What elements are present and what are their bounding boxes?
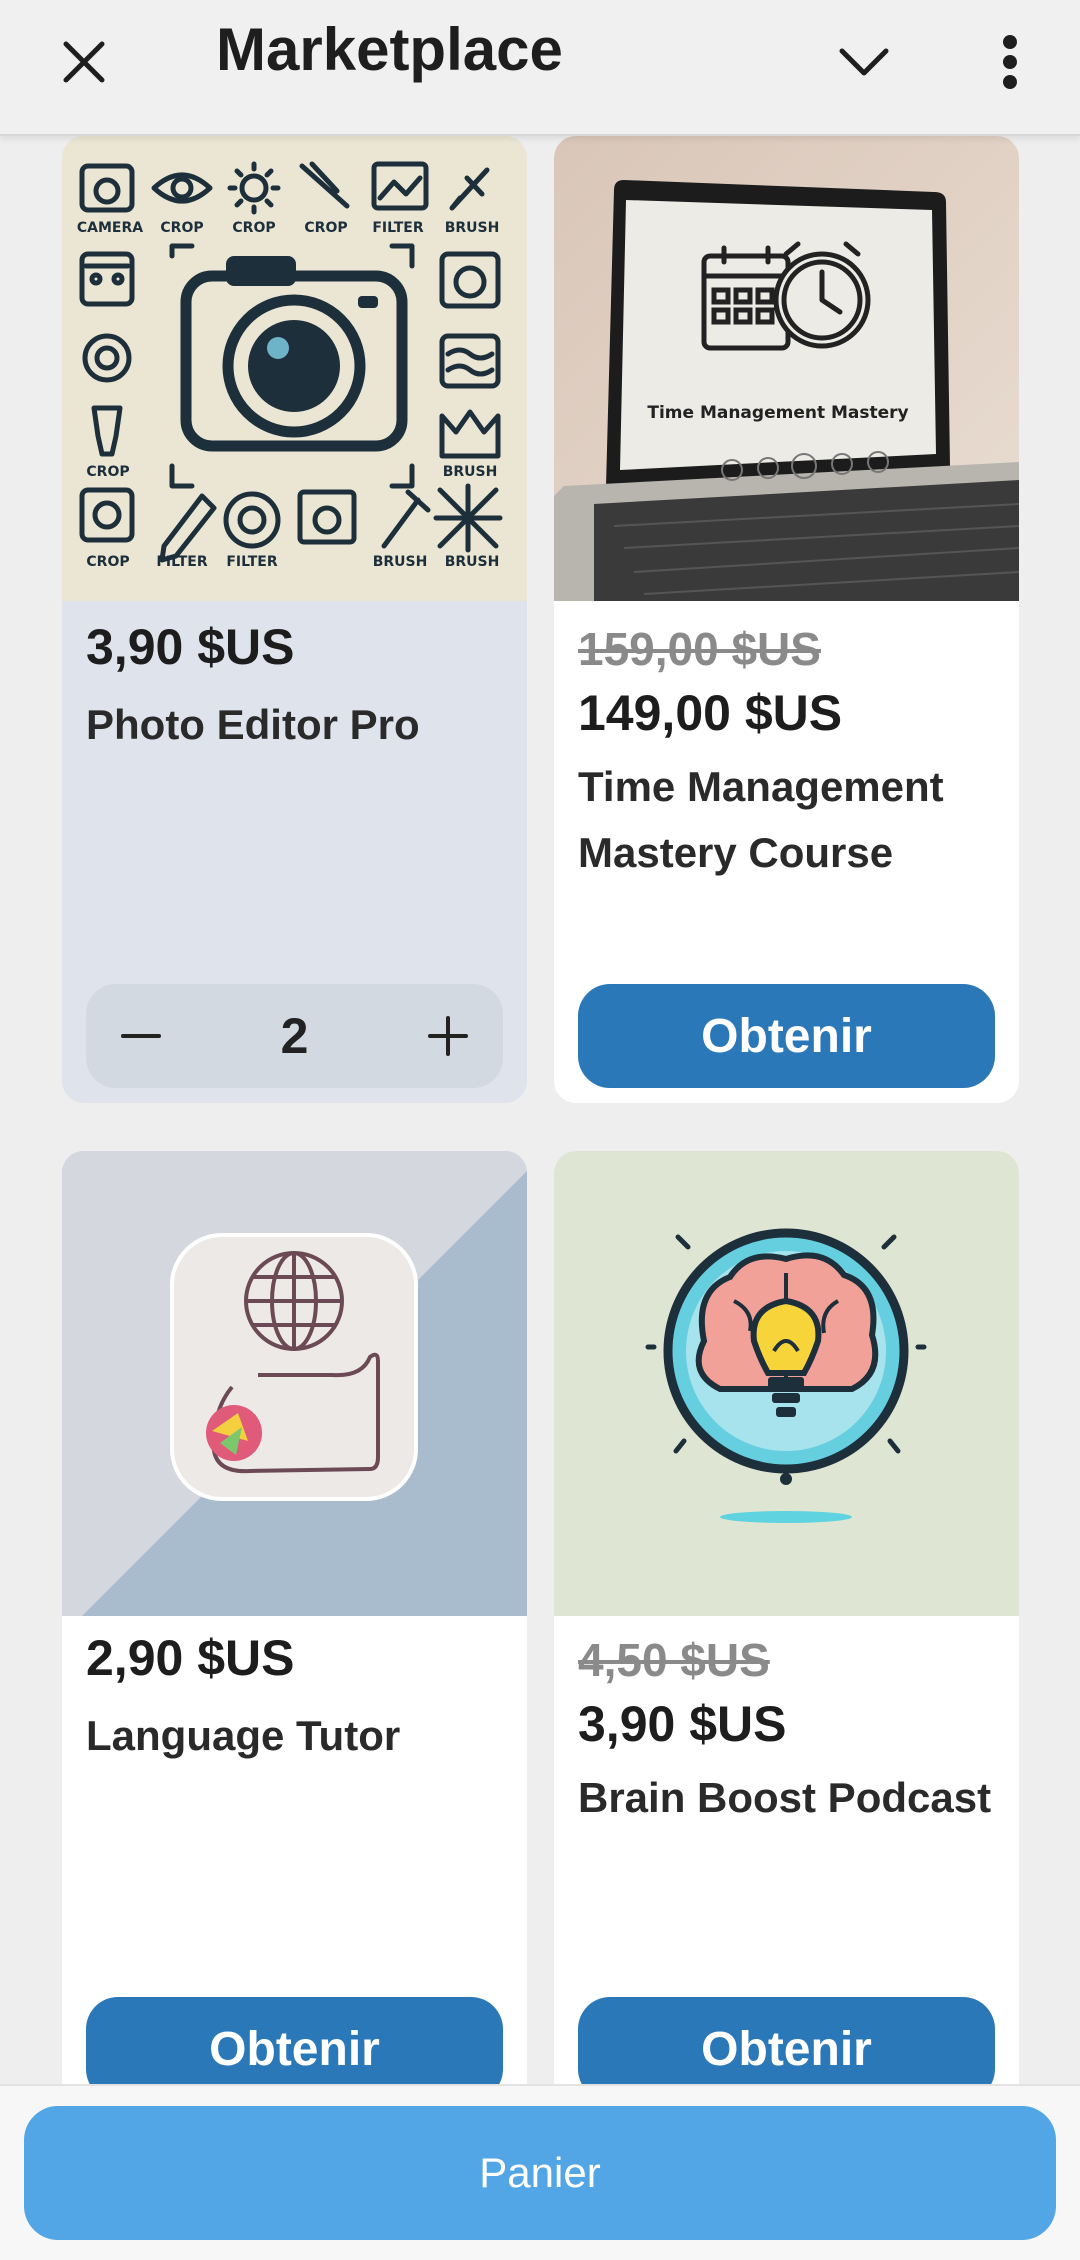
thumb-label: BRUSH (445, 554, 500, 570)
photo-editor-icons-image: CAMERA CROP CROP CROP FILTER BRUSH CROP … (62, 136, 527, 601)
close-icon (63, 41, 105, 83)
more-vert-icon (1003, 35, 1017, 89)
plus-icon (428, 1016, 468, 1056)
decrease-quantity-button[interactable] (86, 984, 196, 1088)
product-price: 3,90 $US (578, 1696, 787, 1752)
thumb-label: FILTER (372, 220, 423, 236)
original-price: 159,00 $US (578, 623, 821, 675)
close-button[interactable] (40, 18, 128, 106)
quantity-stepper: 2 (86, 984, 503, 1088)
increase-quantity-button[interactable] (393, 984, 503, 1088)
quantity-value: 2 (280, 1008, 309, 1064)
original-price: 4,50 $US (578, 1634, 770, 1686)
product-price: 149,00 $US (578, 685, 843, 741)
thumb-label: BRUSH (443, 464, 498, 480)
collapse-button[interactable] (820, 18, 908, 106)
product-card-language-tutor[interactable]: 2,90 $US Language Tutor Obtenir (62, 1151, 527, 2111)
thumb-label: FILTER (226, 554, 277, 570)
thumb-label: CROP (86, 554, 129, 570)
thumb-label: CROP (232, 220, 275, 236)
brain-boost-image (554, 1151, 1019, 1616)
page-title: Marketplace (216, 16, 563, 83)
product-name: Time Management Mastery Course (578, 763, 944, 876)
product-price: 2,90 $US (86, 1630, 295, 1686)
product-card-photo-editor-pro[interactable]: CAMERA CROP CROP CROP FILTER BRUSH CROP … (62, 136, 527, 1103)
bottom-bar: Panier (0, 2084, 1080, 2260)
product-grid: CAMERA CROP CROP CROP FILTER BRUSH CROP … (0, 0, 1080, 2258)
product-name: Brain Boost Podcast (578, 1774, 992, 1821)
chevron-down-icon (839, 48, 889, 76)
minus-icon (121, 1034, 161, 1038)
get-button[interactable]: Obtenir (578, 984, 995, 1088)
product-thumbnail: Time Management Mastery (554, 136, 1019, 601)
thumb-label: CROP (304, 220, 347, 236)
thumb-label: CROP (86, 464, 129, 480)
language-tutor-image (62, 1151, 527, 1616)
cart-button[interactable]: Panier (24, 2106, 1056, 2240)
product-name: Language Tutor (86, 1712, 401, 1759)
thumb-label: CAMERA (77, 220, 143, 236)
product-card-brain-boost[interactable]: 4,50 $US 3,90 $US Brain Boost Podcast Ob… (554, 1151, 1019, 2111)
thumb-label: FILTER (156, 554, 207, 570)
top-app-bar: Marketplace (0, 0, 1080, 136)
product-name: Photo Editor Pro (86, 701, 420, 748)
laptop-course-image: Time Management Mastery (554, 136, 1019, 601)
product-thumbnail: CAMERA CROP CROP CROP FILTER BRUSH CROP … (62, 136, 527, 601)
thumb-label: CROP (160, 220, 203, 236)
product-thumbnail (554, 1151, 1019, 1616)
product-thumbnail (62, 1151, 527, 1616)
product-price: 3,90 $US (86, 619, 295, 675)
more-options-button[interactable] (966, 18, 1054, 106)
thumb-label: BRUSH (445, 220, 500, 236)
thumb-label: BRUSH (373, 554, 428, 570)
thumb-label: Time Management Mastery (647, 403, 908, 423)
product-card-time-management[interactable]: Time Management Mastery 159,00 $US 149,0… (554, 136, 1019, 1103)
